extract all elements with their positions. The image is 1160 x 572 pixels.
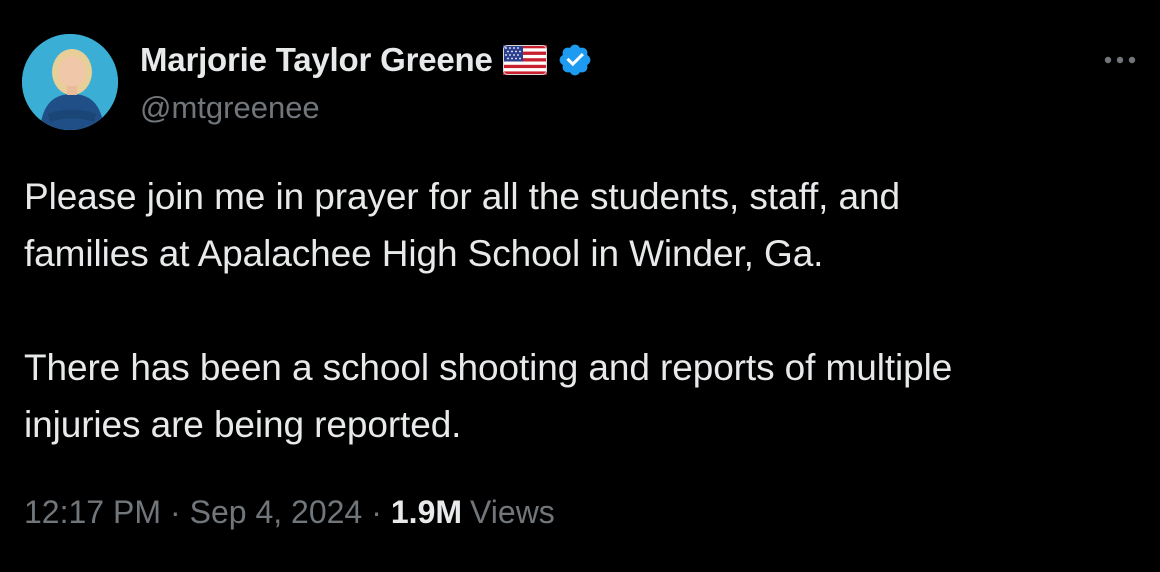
tweet-text-line: injuries are being reported. [24,404,462,445]
avatar-image [22,34,118,130]
tweet-text: Please join me in prayer for all the stu… [24,168,1134,453]
tweet-time[interactable]: 12:17 PM [24,494,161,531]
author-display-name[interactable]: Marjorie Taylor Greene [140,41,493,79]
meta-separator: · [169,494,181,530]
tweet-metadata: 12:17 PM · Sep 4, 2024 · 1.9M Views [24,494,555,531]
author-name-row: Marjorie Taylor Greene [140,40,593,80]
verified-badge-icon[interactable] [557,42,593,78]
tweet-text-line: families at Apalachee High School in Win… [24,233,824,274]
tweet-card: Marjorie Taylor Greene @mtgreenee Please… [0,0,1160,572]
more-options-button[interactable] [1098,46,1142,74]
tweet-text-line: There has been a school shooting and rep… [24,347,953,388]
meta-separator: · [371,494,382,530]
tweet-text-line: Please join me in prayer for all the stu… [24,176,900,217]
author-handle[interactable]: @mtgreenee [140,90,320,126]
tweet-date[interactable]: Sep 4, 2024 [190,494,363,531]
views-count[interactable]: 1.9M [391,494,462,531]
avatar[interactable] [22,34,118,130]
ellipsis-icon [1104,56,1136,64]
views-label: Views [470,494,555,530]
us-flag-icon [502,45,547,75]
